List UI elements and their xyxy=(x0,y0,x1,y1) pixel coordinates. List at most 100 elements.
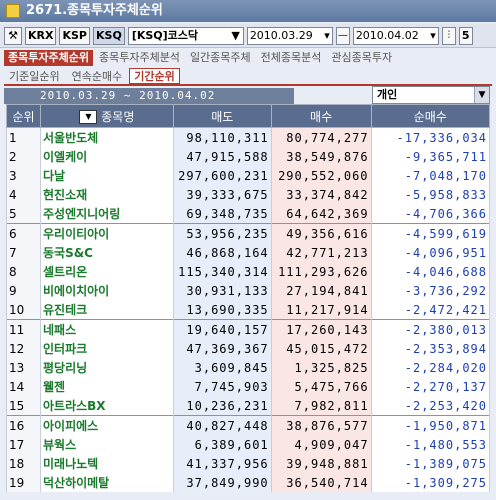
rank-cell: 7 xyxy=(6,243,41,262)
table-row[interactable]: 13 평당리닝 3,609,845 1,325,825 -2,284,020 xyxy=(6,358,491,377)
table-row[interactable]: 16 아이피에스 40,827,448 38,876,577 -1,950,871 xyxy=(6,415,491,435)
buy-cell: 7,982,811 xyxy=(270,396,372,416)
ksq-button[interactable]: KSQ xyxy=(93,26,125,45)
stock-name-cell: 우리이티아이 xyxy=(39,223,174,243)
investor-select[interactable]: 개인 ▼ xyxy=(372,86,490,104)
sell-cell: 19,640,157 xyxy=(172,319,272,339)
table-row[interactable]: 15 아트라스BX 10,236,231 7,982,811 -2,253,420 xyxy=(6,396,491,416)
sell-cell: 37,849,990 xyxy=(172,473,272,492)
stock-name-cell: 다날 xyxy=(39,166,174,185)
stock-name-cell: 유진테크 xyxy=(39,300,174,320)
table-row[interactable]: 1 서울반도체 98,110,311 80,774,277 -17,336,034 xyxy=(6,127,491,147)
right-toolbar-button[interactable]: 5 xyxy=(458,26,473,45)
investor-value: 개인 xyxy=(377,88,398,101)
rank-table: 순위 ▼ 종목명 매도 매수 순매수 1 서울반도체 98,110,311 80,77… xyxy=(6,104,491,492)
stock-name-cell: 네패스 xyxy=(39,319,174,339)
calendar-dropdown-icon: ▾ xyxy=(324,28,330,42)
chevron-down-icon: ▼ xyxy=(474,87,489,103)
buy-cell: 42,771,213 xyxy=(270,243,372,262)
rank-cell: 18 xyxy=(6,454,41,473)
sell-cell: 7,745,903 xyxy=(172,377,272,396)
calendar-dropdown-icon: ▾ xyxy=(430,28,436,42)
table-row[interactable]: 17 뷰웍스 6,389,601 4,909,047 -1,480,553 xyxy=(6,435,491,454)
sell-cell: 39,333,675 xyxy=(172,185,272,204)
net-buy-cell: -2,472,421 xyxy=(370,300,491,320)
buy-cell: 1,325,825 xyxy=(270,358,372,377)
tab-base-date-rank[interactable]: 기준일순위 xyxy=(4,68,65,84)
tab-period-rank[interactable]: 기간순위 xyxy=(129,68,180,84)
header-buy[interactable]: 매수 xyxy=(270,104,372,128)
ksp-button[interactable]: KSP xyxy=(59,26,90,45)
net-buy-cell: -17,336,034 xyxy=(370,127,491,147)
buy-cell: 38,549,876 xyxy=(270,147,372,166)
tab-daily-stock-investor[interactable]: 일간종목주체 xyxy=(186,50,255,66)
sell-cell: 40,827,448 xyxy=(172,415,272,435)
table-row[interactable]: 12 인터파크 47,369,367 45,015,472 -2,353,894 xyxy=(6,339,491,358)
net-buy-cell: -2,270,137 xyxy=(370,377,491,396)
net-buy-cell: -1,309,275 xyxy=(370,473,491,492)
tab-watchlist-investor[interactable]: 관심종목투자 xyxy=(327,50,396,66)
krx-button[interactable]: KRX xyxy=(25,26,57,45)
header-net-buy[interactable]: 순매수 xyxy=(370,104,491,128)
stock-name-cell: 서울반도체 xyxy=(39,127,174,147)
table-row[interactable]: 5 주성엔지니어링 69,348,735 64,642,369 -4,706,366 xyxy=(6,204,491,224)
header-name[interactable]: ▼ 종목명 xyxy=(39,104,174,128)
window-titlebar: 2671.종목투자주체순위 xyxy=(0,0,496,22)
date-from-field[interactable]: 2010.03.29 ▾ xyxy=(246,26,333,45)
stock-name-cell: 덕산하이메탈 xyxy=(39,473,174,492)
header-rank[interactable]: 순위 xyxy=(6,104,41,128)
table-row[interactable]: 14 웰젠 7,745,903 5,475,766 -2,270,137 xyxy=(6,377,491,396)
table-row[interactable]: 11 네패스 19,640,157 17,260,143 -2,380,013 xyxy=(6,319,491,339)
sell-cell: 69,348,735 xyxy=(172,204,272,224)
table-row[interactable]: 4 현진소재 39,333,675 33,374,842 -5,958,833 xyxy=(6,185,491,204)
date-to-value: 2010.04.02 xyxy=(355,28,419,42)
header-sell[interactable]: 매도 xyxy=(172,104,272,128)
date-to-field[interactable]: 2010.04.02 ▾ xyxy=(352,26,439,45)
stock-name-cell: 현진소재 xyxy=(39,185,174,204)
table-row[interactable]: 18 미래나노텍 41,337,956 39,948,881 -1,389,075 xyxy=(6,454,491,473)
rank-cell: 5 xyxy=(6,204,41,224)
table-row[interactable]: 2 이엘케이 47,915,588 38,549,876 -9,365,711 xyxy=(6,147,491,166)
buy-cell: 290,552,060 xyxy=(270,166,372,185)
market-select[interactable]: [KSQ]코스닥 ▼ xyxy=(127,26,244,45)
table-row[interactable]: 3 다날 297,600,231 290,552,060 -7,048,170 xyxy=(6,166,491,185)
net-buy-cell: -2,253,420 xyxy=(370,396,491,416)
market-value: [KSQ]코스닥 xyxy=(131,28,199,42)
tab-stock-investor-analysis[interactable]: 종목투자주체분석 xyxy=(95,50,184,66)
buy-cell: 45,015,472 xyxy=(270,339,372,358)
net-buy-cell: -9,365,711 xyxy=(370,147,491,166)
table-header-row: 순위 ▼ 종목명 매도 매수 순매수 xyxy=(6,104,491,128)
rank-cell: 16 xyxy=(6,415,41,435)
table-row[interactable]: 8 셀트리온 115,340,314 111,293,626 -4,046,688 xyxy=(6,262,491,281)
sell-cell: 6,389,601 xyxy=(172,435,272,454)
tab-stock-investor-rank[interactable]: 종목투자주체순위 xyxy=(4,50,93,66)
stock-name-cell: 동국S&C xyxy=(39,243,174,262)
buy-cell: 11,217,914 xyxy=(270,300,372,320)
sell-cell: 297,600,231 xyxy=(172,166,272,185)
buy-cell: 111,293,626 xyxy=(270,262,372,281)
toolbar: ⚒ KRX KSP KSQ [KSQ]코스닥 ▼ 2010.03.29 ▾ — … xyxy=(0,24,496,48)
net-buy-cell: -5,958,833 xyxy=(370,185,491,204)
stock-name-cell: 미래나노텍 xyxy=(39,454,174,473)
sell-cell: 115,340,314 xyxy=(172,262,272,281)
tab-all-stock-analysis[interactable]: 전체종목분석 xyxy=(257,50,326,66)
table-row[interactable]: 9 비에이치아이 30,931,133 27,194,841 -3,736,292 xyxy=(6,281,491,300)
rank-cell: 1 xyxy=(6,127,41,147)
range-dash: — xyxy=(335,26,350,45)
header-name-label: 종목명 xyxy=(101,109,135,124)
table-row[interactable]: 19 덕산하이메탈 37,849,990 36,540,714 -1,309,275 xyxy=(6,473,491,492)
range-option-button[interactable]: ⫶ xyxy=(441,26,456,45)
stock-name-cell: 주성엔지니어링 xyxy=(39,204,174,224)
stock-name-cell: 이엘케이 xyxy=(39,147,174,166)
rank-cell: 8 xyxy=(6,262,41,281)
tab-consecutive-net-buy[interactable]: 연속순매수 xyxy=(67,68,128,84)
sort-dropdown-icon[interactable]: ▼ xyxy=(79,110,98,124)
lock-icon[interactable]: ⚒ xyxy=(4,26,22,45)
table-row[interactable]: 6 우리이티아이 53,956,235 49,356,616 -4,599,619 xyxy=(6,223,491,243)
buy-cell: 27,194,841 xyxy=(270,281,372,300)
table-row[interactable]: 7 동국S&C 46,868,164 42,771,213 -4,096,951 xyxy=(6,243,491,262)
buy-cell: 64,642,369 xyxy=(270,204,372,224)
rank-cell: 17 xyxy=(6,435,41,454)
date-from-value: 2010.03.29 xyxy=(249,28,313,42)
table-row[interactable]: 10 유진테크 13,690,335 11,217,914 -2,472,421 xyxy=(6,300,491,320)
